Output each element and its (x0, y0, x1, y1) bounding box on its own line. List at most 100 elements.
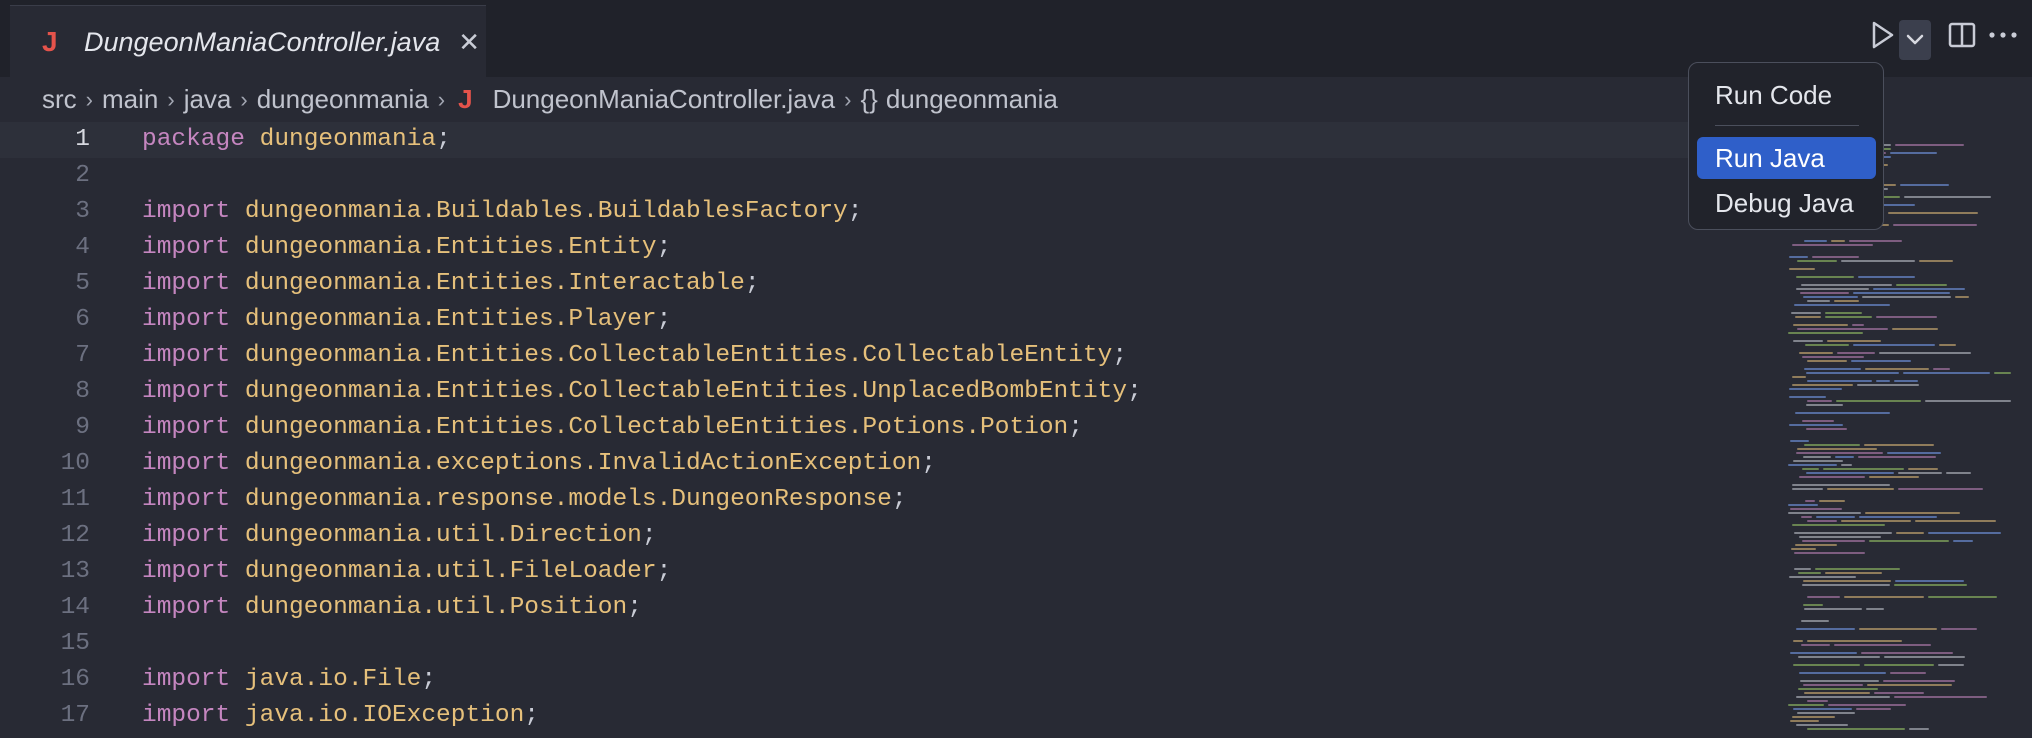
keyword: import (142, 234, 231, 261)
minimap-line (1804, 368, 1861, 370)
minimap-line (1815, 568, 1900, 570)
minimap-line (1793, 324, 1848, 326)
tab-dungeonmaniacontroller[interactable]: J DungeonManiaController.java ✕ (10, 5, 486, 78)
minimap-line (1790, 720, 1819, 722)
breadcrumb-dungeonmania[interactable]: dungeonmania (257, 84, 429, 115)
minimap-line (1802, 584, 1890, 586)
minimap-line (1794, 568, 1811, 570)
minimap-line (1858, 456, 1936, 458)
breadcrumb-symbol[interactable]: dungeonmania (886, 84, 1058, 115)
minimap-line (1841, 260, 1915, 262)
minimap-line (1806, 372, 1899, 374)
identifier: dungeonmania.Entities.CollectableEntitie… (244, 342, 1113, 369)
minimap-line (1799, 536, 1881, 538)
semicolon: ; (641, 522, 657, 549)
minimap-line (1900, 184, 1949, 186)
run-menu: Run Code Run Java Debug Java (1688, 62, 1884, 230)
minimap-line (1867, 684, 1952, 686)
more-actions-icon[interactable] (1988, 20, 2018, 61)
semicolon: ; (436, 126, 451, 153)
minimap-line (1798, 656, 1880, 658)
minimap-line (1788, 464, 1837, 466)
split-editor-icon[interactable] (1942, 20, 1982, 61)
minimap-line (1876, 316, 1937, 318)
minimap-line (1853, 344, 1935, 346)
minimap-line (1805, 344, 1849, 346)
minimap-line (1841, 464, 1852, 466)
semicolon: ; (656, 558, 672, 585)
minimap-line (1791, 548, 1816, 550)
code-line[interactable]: 15 (0, 626, 1690, 662)
run-dropdown-button[interactable] (1899, 20, 1931, 60)
breadcrumb-src[interactable]: src (42, 84, 77, 115)
minimap-line (1801, 644, 1830, 646)
identifier: dungeonmania.exceptions.InvalidActionExc… (244, 450, 922, 477)
minimap-line (1825, 316, 1872, 318)
line-number: 9 (75, 414, 90, 441)
run-icon[interactable] (1866, 20, 1898, 61)
minimap-line (1802, 356, 1864, 358)
minimap-line (1819, 500, 1845, 502)
minimap-line (1904, 196, 1991, 198)
breadcrumb-java[interactable]: java (184, 84, 232, 115)
code-line[interactable]: 10 import dungeonmania.exceptions.Invalid… (0, 446, 1690, 482)
code-line[interactable]: 4 import dungeonmania.Entities.Entity; (0, 230, 1690, 266)
minimap-line (1893, 224, 1977, 226)
code-line[interactable]: 11 import dungeonmania.response.models.Du… (0, 482, 1690, 518)
code-line[interactable]: 8 import dungeonmania.Entities.Collectabl… (0, 374, 1690, 410)
code-line[interactable]: 7 import dungeonmania.Entities.Collectabl… (0, 338, 1690, 374)
minimap-line (1890, 672, 1926, 674)
minimap-line (1803, 456, 1831, 458)
minimap-line (1806, 428, 1847, 430)
minimap-line (1873, 288, 1965, 290)
minimap-line (1798, 688, 1878, 690)
java-file-icon: J (42, 26, 58, 57)
braces-icon: {} (860, 84, 878, 114)
breadcrumb-file[interactable]: DungeonManiaController.java (493, 84, 836, 115)
breadcrumb-main[interactable]: main (102, 84, 158, 115)
java-file-icon: J (458, 84, 473, 114)
keyword: package (142, 126, 245, 153)
code-line[interactable]: 5 import dungeonmania.Entities.Interactab… (0, 266, 1690, 302)
keyword: import (142, 522, 231, 549)
minimap-line (1793, 460, 1843, 462)
code-line[interactable]: 2 (0, 158, 1690, 194)
line-number: 6 (75, 306, 90, 333)
line-number: 15 (60, 630, 90, 657)
minimap-line (1801, 620, 1829, 622)
menu-item-run-java[interactable]: Run Java (1697, 137, 1876, 179)
code-line[interactable]: 14 import dungeonmania.util.Position; (0, 590, 1690, 626)
minimap-line (1888, 212, 1978, 214)
menu-item-debug-java[interactable]: Debug Java (1715, 183, 1854, 223)
chevron-right-icon: › (167, 86, 175, 112)
keyword: import (142, 306, 231, 333)
minimap-line (1909, 728, 1929, 730)
code-line[interactable]: 9 import dungeonmania.Entities.Collectabl… (0, 410, 1690, 446)
chevron-right-icon: › (437, 86, 446, 112)
minimap-line (1795, 316, 1821, 318)
code-line[interactable]: 13 import dungeonmania.util.FileLoader; (0, 554, 1690, 590)
identifier: dungeonmania.Entities.Interactable (244, 270, 745, 297)
identifier: dungeonmania.Entities.CollectableEntitie… (244, 414, 1069, 441)
minimap-line (1915, 520, 1996, 522)
chevron-right-icon: › (240, 86, 248, 112)
code-line[interactable]: 17 import java.io.IOException; (0, 698, 1690, 734)
minimap-line (1938, 664, 1964, 666)
code-line[interactable]: 16 import java.io.File; (0, 662, 1690, 698)
close-icon[interactable]: ✕ (458, 27, 480, 58)
minimap-line (1788, 504, 1818, 506)
minimap-line (1861, 652, 1953, 654)
minimap-line (1796, 696, 1890, 698)
code-line[interactable]: 12 import dungeonmania.util.Direction; (0, 518, 1690, 554)
code-line[interactable]: 3 import dungeonmania.Buildables.Buildabl… (0, 194, 1690, 230)
code-text: import java.io.File; (142, 662, 436, 698)
minimap-line (1792, 524, 1885, 526)
menu-item-run-code[interactable]: Run Code (1715, 75, 1832, 115)
minimap-line (1851, 360, 1911, 362)
minimap-line (1803, 684, 1863, 686)
minimap-line (1790, 652, 1857, 654)
minimap-line (1994, 372, 2011, 374)
code-line[interactable]: 1 package dungeonmania; (0, 122, 1690, 158)
code-line[interactable]: 6 import dungeonmania.Entities.Player; (0, 302, 1690, 338)
chevron-down-icon (1906, 34, 1924, 45)
